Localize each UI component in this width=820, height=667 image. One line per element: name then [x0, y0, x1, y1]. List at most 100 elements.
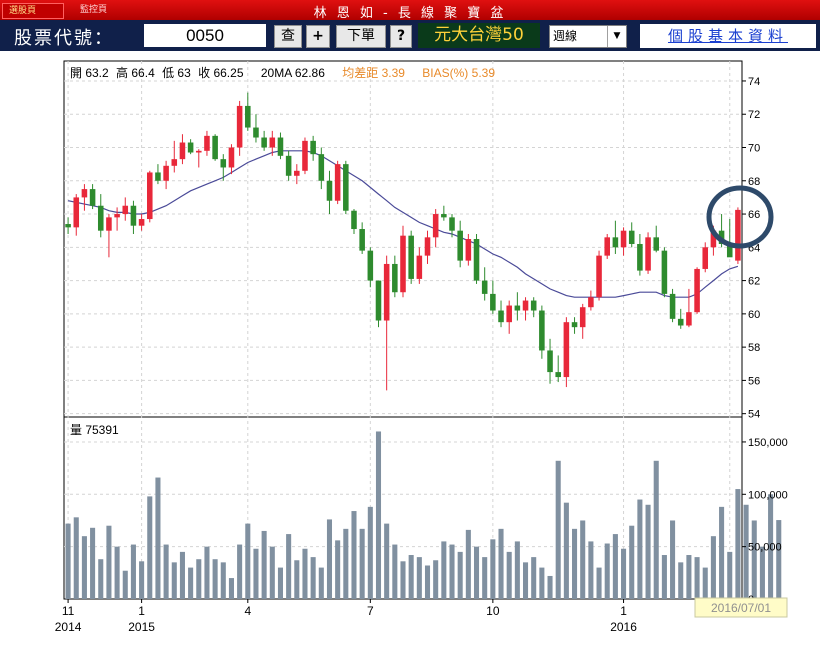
ohlc-info: 開 63.2 高 66.4 低 63 收 66.25 20MA 62.86 均差…	[70, 65, 495, 80]
volume-bar	[130, 544, 136, 599]
tab-monitor[interactable]: 監控頁	[74, 3, 132, 17]
candle-body	[620, 230, 627, 248]
volume-bar	[90, 527, 96, 599]
candle-body	[579, 307, 586, 328]
time-tick-label: 1	[138, 604, 145, 618]
price-tick-label: 54	[748, 409, 760, 421]
volume-bar	[204, 546, 210, 599]
candle-body	[432, 214, 439, 238]
volume-bar	[629, 525, 635, 599]
candle-body	[261, 137, 267, 148]
candle-body	[416, 255, 423, 279]
volume-bar	[637, 499, 643, 599]
info-close: 收 66.25	[198, 66, 244, 80]
candle-body	[171, 159, 178, 166]
candle-body	[130, 205, 137, 226]
candle-body	[547, 350, 553, 373]
volume-bar	[710, 536, 716, 599]
candle-body	[204, 135, 210, 151]
candle-body	[302, 140, 308, 171]
time-tick-label: 1	[620, 604, 627, 618]
volume-bar	[237, 544, 243, 599]
volume-bar	[351, 511, 357, 599]
candle-body	[81, 189, 88, 198]
volume-bar	[196, 559, 202, 599]
volume-tick-label: 150,000	[748, 437, 788, 449]
volume-bar	[245, 523, 251, 599]
volume-bar	[73, 517, 79, 599]
volume-bar	[147, 496, 153, 599]
help-button[interactable]: ?	[390, 25, 412, 48]
volume-bar	[294, 560, 300, 599]
candle-body	[490, 293, 496, 311]
candle-body	[277, 137, 284, 156]
period-select[interactable]: 週線 ▼	[549, 25, 627, 48]
volume-bar	[277, 567, 284, 599]
stock-code-label: 股票代號：	[14, 28, 114, 49]
add-button[interactable]: +	[306, 25, 330, 48]
candle-body	[196, 150, 202, 153]
volume-bar	[678, 562, 684, 599]
time-tick-label: 10	[486, 604, 500, 618]
volume-bar	[408, 555, 414, 599]
year-tick-label: 2016	[610, 620, 637, 634]
candle-body	[179, 142, 186, 160]
candle-body	[669, 293, 676, 319]
candle-body	[228, 147, 235, 168]
cursor-date: 2016/07/01	[711, 601, 771, 615]
order-button[interactable]: 下單	[336, 25, 386, 48]
volume-bar	[310, 557, 316, 599]
price-tick-label: 62	[748, 276, 760, 288]
candle-body	[702, 247, 709, 269]
volume-bar	[776, 520, 782, 599]
volume-bar	[670, 520, 676, 599]
volume-bar	[572, 528, 578, 599]
volume-bar	[514, 541, 520, 599]
volume-bar	[155, 477, 161, 599]
volume-tick-label: 100,000	[748, 489, 788, 501]
volume-bar	[286, 534, 292, 599]
volume-bar	[645, 504, 651, 599]
candle-body	[555, 372, 561, 378]
candle-body	[285, 155, 292, 176]
volume-bar	[702, 567, 708, 599]
volume-bar	[473, 546, 480, 599]
query-button[interactable]: 查	[274, 25, 302, 48]
price-tick-label: 66	[748, 209, 760, 221]
candle-body	[351, 210, 357, 230]
candle-body	[367, 250, 374, 281]
app-title: 林 恩 如 - 長 線 聚 寶 盆	[313, 6, 507, 21]
stock-code-input[interactable]	[144, 24, 266, 47]
candle-body	[400, 235, 406, 293]
volume-bar	[171, 562, 177, 599]
volume-bar	[441, 541, 447, 599]
info-low: 低 63	[162, 66, 191, 80]
volume-bar	[498, 528, 504, 599]
volume-bar	[482, 557, 488, 599]
volume-bar	[98, 559, 104, 599]
volume-bar	[318, 567, 324, 599]
candle-body	[596, 255, 602, 298]
time-tick-label: 11	[62, 604, 75, 618]
dropdown-arrow-icon[interactable]: ▼	[607, 26, 626, 47]
volume-bar	[416, 557, 422, 599]
candle-body	[465, 239, 472, 261]
volume-bar	[188, 567, 194, 599]
candle-body	[294, 170, 300, 176]
candle-body	[318, 154, 325, 181]
volume-bar	[539, 567, 545, 599]
volume-bar	[326, 519, 333, 599]
tab-stock-select[interactable]: 選股頁	[2, 3, 64, 19]
candle-body	[539, 310, 545, 351]
volume-bar	[490, 539, 496, 599]
volume-bar	[588, 541, 594, 599]
volume-bar	[253, 548, 259, 599]
volume-bar	[604, 543, 610, 599]
volume-bar	[596, 567, 602, 599]
candle-body	[473, 239, 480, 281]
stock-name-display: 元大台灣50	[418, 23, 540, 48]
volume-bar	[449, 544, 455, 599]
candle-body	[694, 268, 700, 313]
basic-info-link[interactable]: 個股基本資料	[640, 24, 816, 48]
info-ma-gap: 均差距 3.39	[342, 66, 405, 80]
